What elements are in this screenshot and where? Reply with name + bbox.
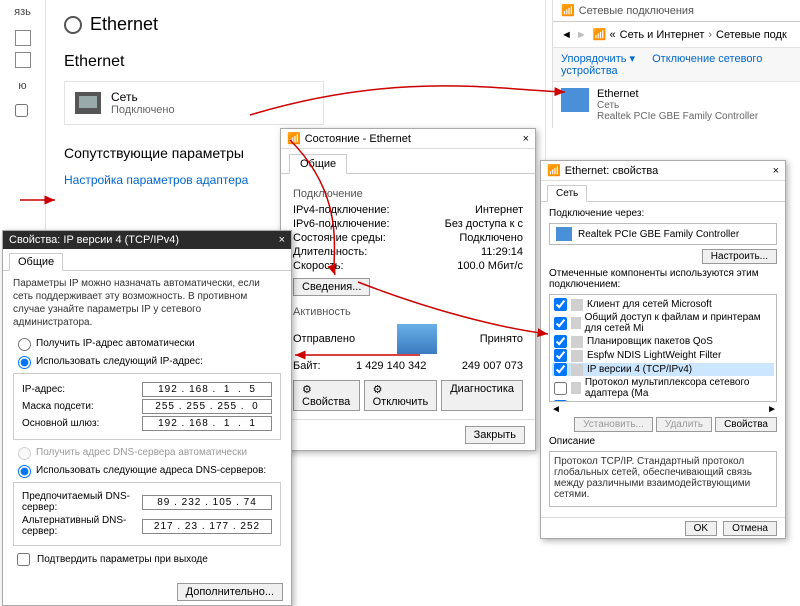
activity-icon [397, 324, 437, 354]
remove-button[interactable]: Удалить [656, 417, 712, 432]
titlebar[interactable]: 📶 Состояние - Ethernet× [281, 129, 535, 149]
configure-button[interactable]: Настроить... [702, 249, 777, 264]
component-item[interactable]: Espfw NDIS LightWeight Filter [552, 349, 774, 362]
install-button[interactable]: Установить... [574, 417, 653, 432]
ethernet-properties-window: 📶 Ethernet: свойства× Сеть Подключение ч… [540, 160, 786, 539]
ok-button[interactable]: OK [685, 521, 717, 536]
ip-address-field[interactable] [142, 382, 272, 397]
titlebar[interactable]: 📶 Ethernet: свойства× [541, 161, 785, 181]
details-button[interactable]: Сведения... [293, 278, 370, 296]
status-window: 📶 Состояние - Ethernet× Общие Подключени… [280, 128, 536, 451]
component-item[interactable]: Драйвер протокола LLDP (Майкрософт) [552, 400, 774, 402]
toolbar: Упорядочить ▾ Отключение сетевого устрой… [553, 48, 800, 82]
component-icon [571, 364, 583, 376]
dns1-field[interactable] [142, 495, 272, 510]
page-heading: Ethernet [64, 53, 527, 71]
adapter-field: Realtek PCIe GBE Family Controller [549, 223, 777, 245]
connection-adapter: Realtek PCIe GBE Family Controller [597, 111, 758, 122]
close-button[interactable]: Закрыть [465, 426, 525, 444]
breadcrumb[interactable]: ◄ ► 📶 « Сеть и Интернет › Сетевые подк [553, 22, 800, 48]
settings-nav-rail: язь ю [0, 0, 46, 230]
advanced-button[interactable]: Дополнительно... [177, 583, 283, 601]
nav-item[interactable]: ю [0, 74, 45, 98]
component-icon [571, 317, 581, 329]
adapter-icon [556, 227, 572, 241]
diagnose-button[interactable]: Диагностика [441, 380, 523, 411]
component-item[interactable]: Протокол мультиплексора сетевого адаптер… [552, 377, 774, 399]
component-icon [571, 350, 583, 362]
connection-name: Ethernet [597, 88, 758, 100]
close-icon[interactable]: × [773, 165, 779, 177]
disable-button[interactable]: ⚙ Отключить [364, 380, 438, 411]
ip-auto-radio[interactable]: Получить IP-адрес автоматически [13, 335, 281, 351]
gear-icon [64, 16, 82, 34]
component-icon [571, 382, 581, 394]
titlebar[interactable]: Свойства: IP версии 4 (TCP/IPv4)× [3, 231, 291, 249]
close-icon[interactable]: × [523, 133, 529, 145]
component-item[interactable]: Планировщик пакетов QoS [552, 335, 774, 348]
adapter-icon [561, 88, 589, 112]
network-icon [75, 92, 101, 114]
arrange-menu[interactable]: Упорядочить ▾ [561, 53, 635, 65]
connection-item[interactable]: Ethernet Сеть Realtek PCIe GBE Family Co… [553, 82, 800, 128]
connection-net: Сеть [597, 100, 758, 111]
validate-checkbox[interactable]: Подтвердить параметры при выходе [13, 550, 281, 569]
dns-manual-radio[interactable]: Использовать следующие адреса DNS-сервер… [13, 462, 281, 478]
tab-general[interactable]: Общие [9, 253, 63, 271]
back-icon[interactable]: ◄ [561, 29, 572, 41]
window-title: 📶 Сетевые подключения [553, 0, 800, 22]
network-status: Подключено [111, 104, 175, 116]
network-card[interactable]: Сеть Подключено [64, 81, 324, 125]
network-name: Сеть [111, 90, 175, 104]
nav-item[interactable]: язь [0, 0, 45, 24]
gateway-field[interactable] [142, 416, 272, 431]
subnet-mask-field[interactable] [142, 399, 272, 414]
tab-general[interactable]: Общие [289, 154, 347, 174]
component-item[interactable]: Клиент для сетей Microsoft [552, 298, 774, 311]
cancel-button[interactable]: Отмена [723, 521, 777, 536]
component-icon [571, 336, 583, 348]
components-list[interactable]: Клиент для сетей MicrosoftОбщий доступ к… [549, 294, 777, 402]
dns2-field[interactable] [142, 519, 272, 534]
ipv4-properties-window: Свойства: IP версии 4 (TCP/IPv4)× Общие … [2, 230, 292, 606]
component-item[interactable]: Общий доступ к файлам и принтерам для се… [552, 312, 774, 334]
item-properties-button[interactable]: Свойства [715, 417, 777, 432]
properties-button[interactable]: ⚙ Свойства [293, 380, 360, 411]
nav-item[interactable] [15, 30, 31, 46]
dns-auto-radio[interactable]: Получить адрес DNS-сервера автоматически [13, 444, 281, 460]
nav-item[interactable] [15, 52, 31, 68]
nav-checkbox[interactable] [15, 104, 28, 117]
description-box: Протокол TCP/IP. Стандартный протокол гл… [549, 451, 777, 507]
component-item[interactable]: IP версии 4 (TCP/IPv4) [552, 363, 774, 376]
component-icon [571, 401, 583, 403]
forward-icon[interactable]: ► [576, 29, 587, 41]
section-label: Подключение [293, 188, 523, 200]
section-label: Активность [293, 306, 523, 318]
tab-network[interactable]: Сеть [547, 185, 587, 202]
close-icon[interactable]: × [279, 234, 285, 246]
page-category: Ethernet [64, 14, 527, 35]
ip-manual-radio[interactable]: Использовать следующий IP-адрес: [13, 353, 281, 369]
component-icon [571, 299, 583, 311]
network-connections-window: 📶 Сетевые подключения ◄ ► 📶 « Сеть и Инт… [552, 0, 800, 128]
